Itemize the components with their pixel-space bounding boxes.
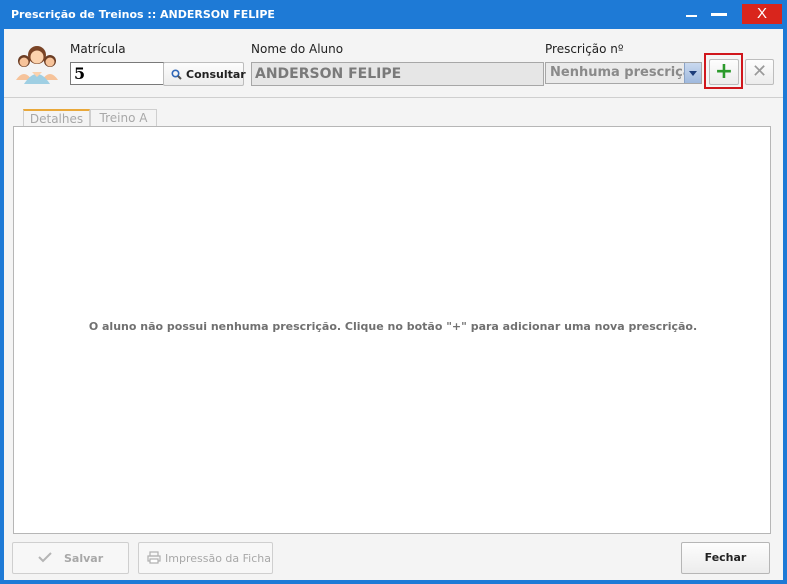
matricula-input[interactable]: 5: [70, 62, 164, 85]
delete-prescricao-button[interactable]: ✕: [745, 59, 774, 85]
minimize-button[interactable]: [684, 4, 698, 24]
consultar-button[interactable]: Consultar: [163, 62, 246, 86]
close-button[interactable]: X: [742, 4, 782, 24]
prescricao-label: Prescrição nº: [545, 42, 624, 56]
add-prescricao-button[interactable]: +: [709, 59, 739, 85]
fechar-button[interactable]: Fechar: [681, 542, 770, 574]
tab-bar: Detalhes Treino A: [4, 97, 783, 127]
title-bar: Prescrição de Treinos :: ANDERSON FELIPE…: [0, 0, 787, 29]
prescricao-select[interactable]: Nenhuma prescrição: [545, 62, 702, 84]
students-group-icon: [16, 46, 58, 84]
matricula-label: Matrícula: [70, 42, 126, 56]
main-window: Prescrição de Treinos :: ANDERSON FELIPE…: [0, 0, 787, 584]
prescricao-selected-value: Nenhuma prescrição: [550, 65, 701, 80]
tab-detalhes[interactable]: Detalhes: [23, 109, 90, 126]
window-title: Prescrição de Treinos :: ANDERSON FELIPE: [11, 8, 275, 21]
nome-label: Nome do Aluno: [251, 42, 344, 56]
nome-aluno-field: ANDERSON FELIPE: [251, 62, 544, 86]
student-header: Matrícula 5 Consultar Nome do Aluno ANDE…: [4, 29, 783, 98]
search-icon: [171, 69, 182, 80]
printer-icon: [147, 551, 161, 564]
chevron-down-icon[interactable]: [684, 63, 701, 83]
tab-treino-a[interactable]: Treino A: [90, 109, 157, 126]
maximize-button[interactable]: [708, 4, 730, 24]
checkmark-icon: [38, 552, 52, 563]
salvar-label: Salvar: [64, 552, 104, 565]
impressao-button[interactable]: Impressão da Ficha: [138, 542, 273, 574]
client-area: Matrícula 5 Consultar Nome do Aluno ANDE…: [4, 29, 783, 580]
consultar-label: Consultar: [186, 68, 246, 81]
salvar-button[interactable]: Salvar: [12, 542, 129, 574]
tab-content-panel: O aluno não possui nenhuma prescrição. C…: [13, 126, 771, 534]
impressao-label: Impressão da Ficha: [165, 552, 271, 565]
empty-state-message: O aluno não possui nenhuma prescrição. C…: [88, 320, 698, 333]
